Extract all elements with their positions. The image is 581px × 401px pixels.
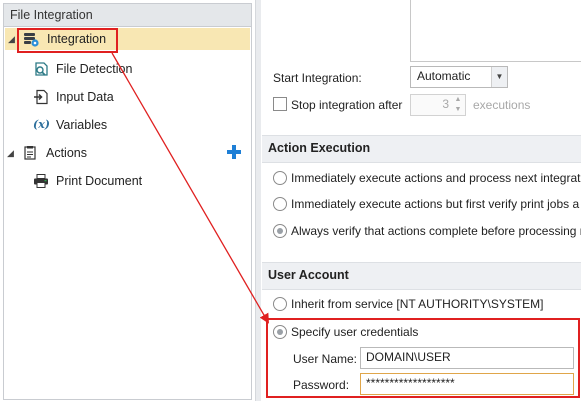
annotation-arrow: [111, 52, 270, 324]
